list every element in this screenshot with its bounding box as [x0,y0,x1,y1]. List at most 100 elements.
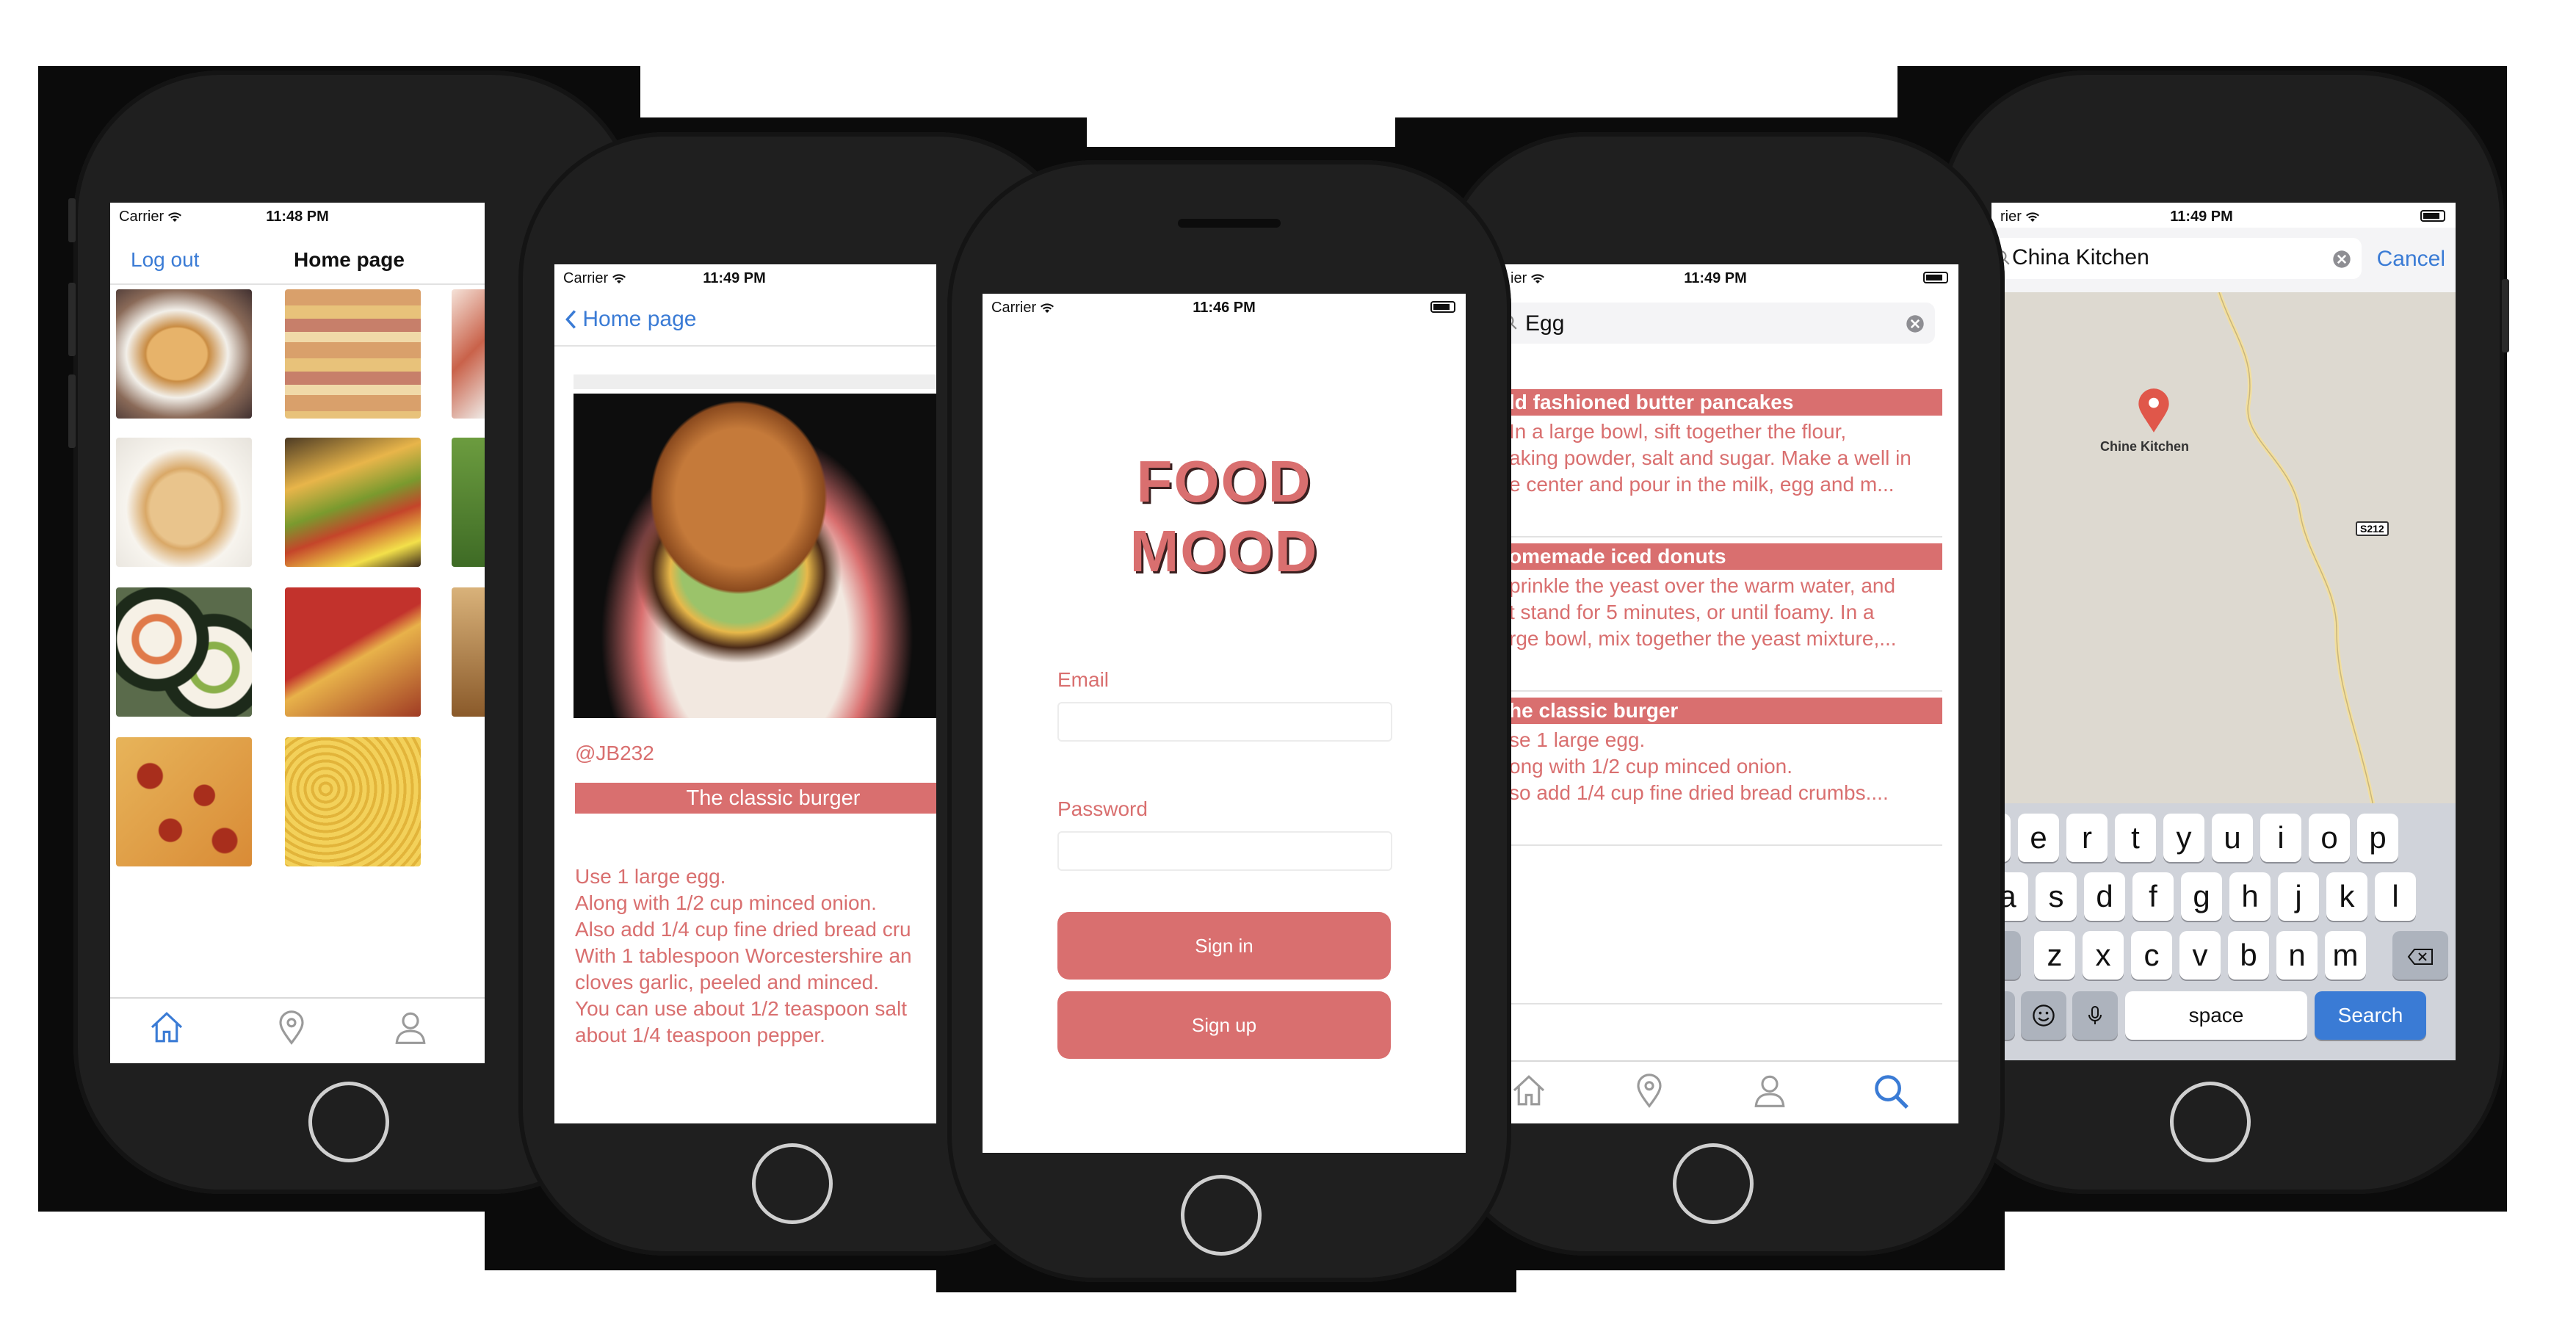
key-n[interactable]: n [2276,931,2318,980]
result-title: he classic burger [1502,698,1942,724]
food-photo-partial-2[interactable] [452,438,485,567]
key-r[interactable]: r [2066,814,2108,862]
result-item[interactable]: ld fashioned butter pancakes In a large … [1502,389,1942,537]
search-input[interactable]: China Kitchen [1991,238,2362,279]
home-icon[interactable] [1510,1072,1547,1109]
logout-button[interactable]: Log out [131,248,199,272]
result-item[interactable]: he classic burger se 1 large egg. ong wi… [1502,698,1942,846]
home-button[interactable] [752,1143,833,1224]
key-z[interactable]: z [2034,931,2075,980]
mic-key[interactable] [2072,991,2118,1040]
home-button[interactable] [308,1082,389,1162]
side-button [2502,279,2509,352]
recipe-photo-frame [574,374,936,389]
location-pin-icon[interactable] [1631,1072,1668,1109]
result-title: ld fashioned butter pancakes [1502,389,1942,416]
road-sign: S212 [2356,521,2389,536]
battery-icon [2420,210,2445,222]
food-photo-donuts[interactable] [285,289,421,419]
food-photo-partial-1[interactable] [452,289,485,419]
key-t[interactable]: t [2115,814,2156,862]
status-time: 11:49 PM [2170,209,2233,225]
map-view[interactable]: S212 Chine Kitchen [1991,292,2456,806]
search-input[interactable]: Egg [1502,303,1935,344]
key-m[interactable]: m [2325,931,2366,980]
password-field[interactable] [1057,831,1392,871]
status-bar: ier 11:49 PM [1502,264,1958,294]
back-button[interactable]: Home page [565,307,696,332]
page-title: Home page [294,248,405,271]
food-photo-tacos[interactable] [285,438,421,567]
key-s[interactable]: s [2036,872,2077,921]
screen-home: Carrier 11:48 PM Log out Home page [110,203,485,1063]
recipe-photo-burger [574,394,936,718]
key-e[interactable]: e [2018,814,2059,862]
delete-key[interactable] [2392,931,2448,980]
result-title: omemade iced donuts [1502,543,1942,570]
cancel-button[interactable]: Cancel [2377,247,2445,272]
food-photo-mac[interactable] [285,737,421,866]
search-key[interactable]: Search [2315,991,2426,1040]
emoji-key[interactable] [2021,991,2066,1040]
status-time: 11:48 PM [266,209,329,225]
key-i[interactable]: i [2260,814,2301,862]
backspace-icon [2407,949,2433,965]
food-photo-partial-3[interactable] [452,587,485,717]
key-p[interactable]: p [2357,814,2398,862]
search-tab-icon[interactable] [1872,1072,1910,1110]
home-button[interactable] [1181,1175,1262,1256]
location-pin-icon[interactable] [273,1009,310,1046]
tab-bar [110,997,485,1063]
key-x[interactable]: x [2083,931,2124,980]
home-icon[interactable] [148,1009,185,1046]
key-g[interactable]: g [2181,872,2222,921]
key-v[interactable]: v [2179,931,2221,980]
clear-icon[interactable] [1906,314,1925,333]
tab-bar [1502,1060,1958,1123]
email-field[interactable] [1057,702,1392,742]
key-d[interactable]: d [2084,872,2125,921]
key-y[interactable]: y [2163,814,2204,862]
key-o[interactable]: o [2309,814,2350,862]
key-j[interactable]: j [2278,872,2319,921]
food-photo-pizza[interactable] [116,737,252,866]
food-photo-pancakes[interactable] [116,289,252,419]
sign-up-button[interactable]: Sign up [1057,991,1391,1059]
side-button [68,283,76,356]
result-text: In a large bowl, sift together the flour… [1509,420,1911,496]
divider [1502,1003,1942,1004]
key-f[interactable]: f [2132,872,2174,921]
profile-icon[interactable] [1751,1072,1788,1109]
app-logo-line-1: FOOD [1136,449,1312,514]
food-photo-chizza[interactable] [285,587,421,717]
status-time: 11:49 PM [1684,270,1747,286]
app-logo-line-2: MOOD [1129,518,1319,584]
back-label: Home page [582,307,697,331]
clear-icon[interactable] [2332,250,2351,269]
profile-icon[interactable] [392,1009,429,1046]
space-key[interactable]: space [2125,991,2307,1040]
key-k[interactable]: k [2326,872,2367,921]
map-pin-icon[interactable] [2137,388,2171,433]
status-bar: Carrier 11:46 PM [983,294,1466,323]
key-c[interactable]: c [2131,931,2172,980]
food-photo-sushi[interactable] [116,587,252,717]
search-query: China Kitchen [2012,245,2149,269]
key-l[interactable]: l [2375,872,2416,921]
food-photo-pie[interactable] [116,438,252,567]
key-u[interactable]: u [2212,814,2253,862]
recipe-instructions: Use 1 large egg. Along with 1/2 cup minc… [575,865,912,1046]
recipe-author[interactable]: @JB232 [575,742,654,765]
status-bar: Carrier 11:49 PM [554,264,936,294]
earpiece [1178,219,1281,228]
key-h[interactable]: h [2229,872,2271,921]
nav-bar: Log out Home page [110,232,485,285]
sign-in-button[interactable]: Sign in [1057,912,1391,980]
screen-login: Carrier 11:46 PM FOOD MOOD Email Passwor… [983,294,1466,1153]
screen-search: ier 11:49 PM Egg ld fashioned butter pan… [1502,264,1958,1123]
home-button[interactable] [1673,1143,1754,1224]
home-button[interactable] [2170,1082,2251,1162]
battery-icon [1430,301,1455,313]
key-b[interactable]: b [2228,931,2269,980]
result-item[interactable]: omemade iced donuts prinkle the yeast ov… [1502,543,1942,692]
